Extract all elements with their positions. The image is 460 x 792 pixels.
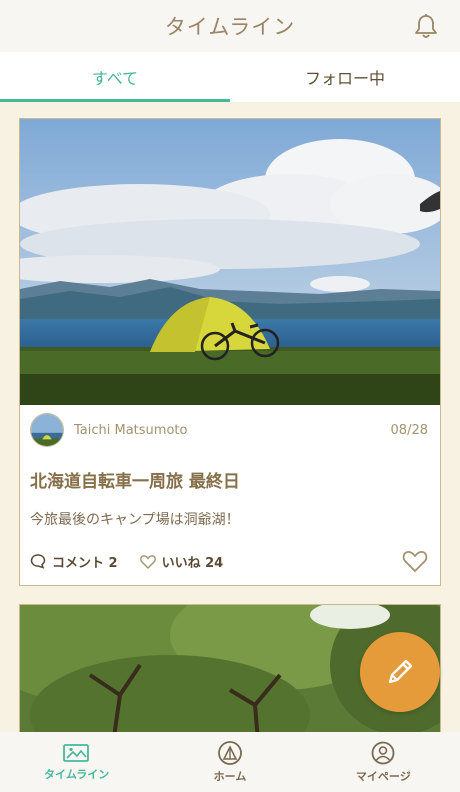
nav-timeline-label: タイムライン (44, 767, 110, 781)
author-name[interactable]: Taichi Matsumoto (74, 423, 391, 438)
nav-timeline[interactable]: タイムライン (0, 732, 153, 792)
pencil-icon (388, 659, 413, 684)
profile-icon (371, 741, 395, 764)
compose-button[interactable] (360, 632, 440, 712)
page-title: タイムライン (164, 15, 296, 39)
timeline-icon (62, 743, 89, 762)
post-title[interactable]: 北海道自転車一周旅 最終日 (30, 467, 240, 492)
post-actions: コメント 2 いいね 24 (30, 549, 428, 573)
home-icon (218, 740, 242, 765)
comment-button[interactable]: コメント 2 (30, 552, 118, 571)
like-heart-icon[interactable] (402, 549, 428, 573)
avatar[interactable] (30, 413, 64, 447)
comment-icon (30, 554, 46, 569)
tab-all[interactable]: すべて (0, 52, 230, 102)
bell-icon[interactable] (412, 12, 440, 40)
post-body: 今旅最後のキャンプ場は洞爺湖！ (30, 512, 240, 528)
nav-mypage-label: マイページ (355, 769, 411, 783)
bottom-nav: タイムライン ホーム マイページ (0, 732, 460, 792)
post-card[interactable]: Taichi Matsumoto 08/28 北海道自転車一周旅 最終日 今旅最… (19, 118, 441, 586)
nav-mypage[interactable]: マイページ (307, 732, 460, 792)
app-header: タイムライン (0, 0, 460, 52)
nav-home[interactable]: ホーム (153, 732, 306, 792)
post-photo[interactable] (20, 119, 440, 405)
feed-tabs: すべて フォロー中 (0, 52, 460, 102)
post-meta: Taichi Matsumoto 08/28 (30, 413, 428, 447)
like-count: いいね 24 (161, 555, 224, 571)
comment-count: コメント 2 (52, 555, 118, 571)
heart-icon (139, 554, 156, 569)
tab-following[interactable]: フォロー中 (230, 52, 460, 102)
like-count-button[interactable]: いいね 24 (139, 552, 224, 571)
post-date: 08/28 (390, 422, 428, 438)
nav-home-label: ホーム (213, 769, 247, 783)
